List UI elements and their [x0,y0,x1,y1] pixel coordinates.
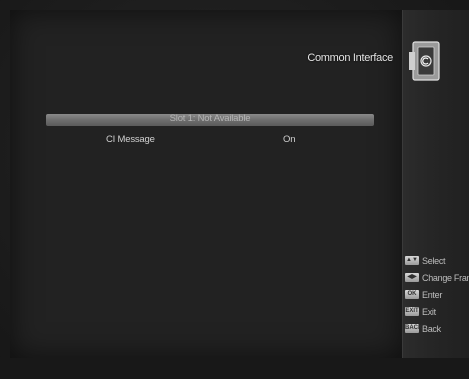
tv-screen: Common Interface Slot 1: Not Available C… [0,0,469,379]
help-label-select: Select [422,255,446,266]
help-label-back: Back [422,323,441,334]
help-label-change-frame: Change Fram [422,272,469,283]
help-item-select: ▲▼ Select [405,252,469,269]
help-label-enter: Enter [422,289,443,300]
help-label-exit: Exit [422,306,436,317]
help-item-back: BACK Back [405,320,469,337]
bottom-strip [0,358,469,379]
ci-message-label: CI Message [106,134,155,145]
help-item-exit: EXIT Exit [405,303,469,320]
back-key-icon: BACK [405,324,423,333]
ok-key-icon: OK [405,290,419,299]
page-title: Common Interface [307,52,393,64]
slot-1-row[interactable]: Slot 1: Not Available [46,113,374,126]
common-interface-module-icon [409,41,440,81]
select-key-icon: ▲▼ [405,256,419,265]
slot-1-status-label: Slot 1: Not Available [169,113,251,124]
change-frame-key-icon: ◀▶ [405,273,419,282]
exit-key-icon: EXIT [405,307,419,316]
help-item-change-frame: ◀▶ Change Fram [405,269,469,286]
ci-message-value[interactable]: On [283,134,295,145]
help-item-enter: OK Enter [405,286,469,303]
ci-message-row[interactable]: CI Message On [46,134,374,148]
help-legend: ▲▼ Select ◀▶ Change Fram OK Enter EXIT E… [405,252,469,337]
